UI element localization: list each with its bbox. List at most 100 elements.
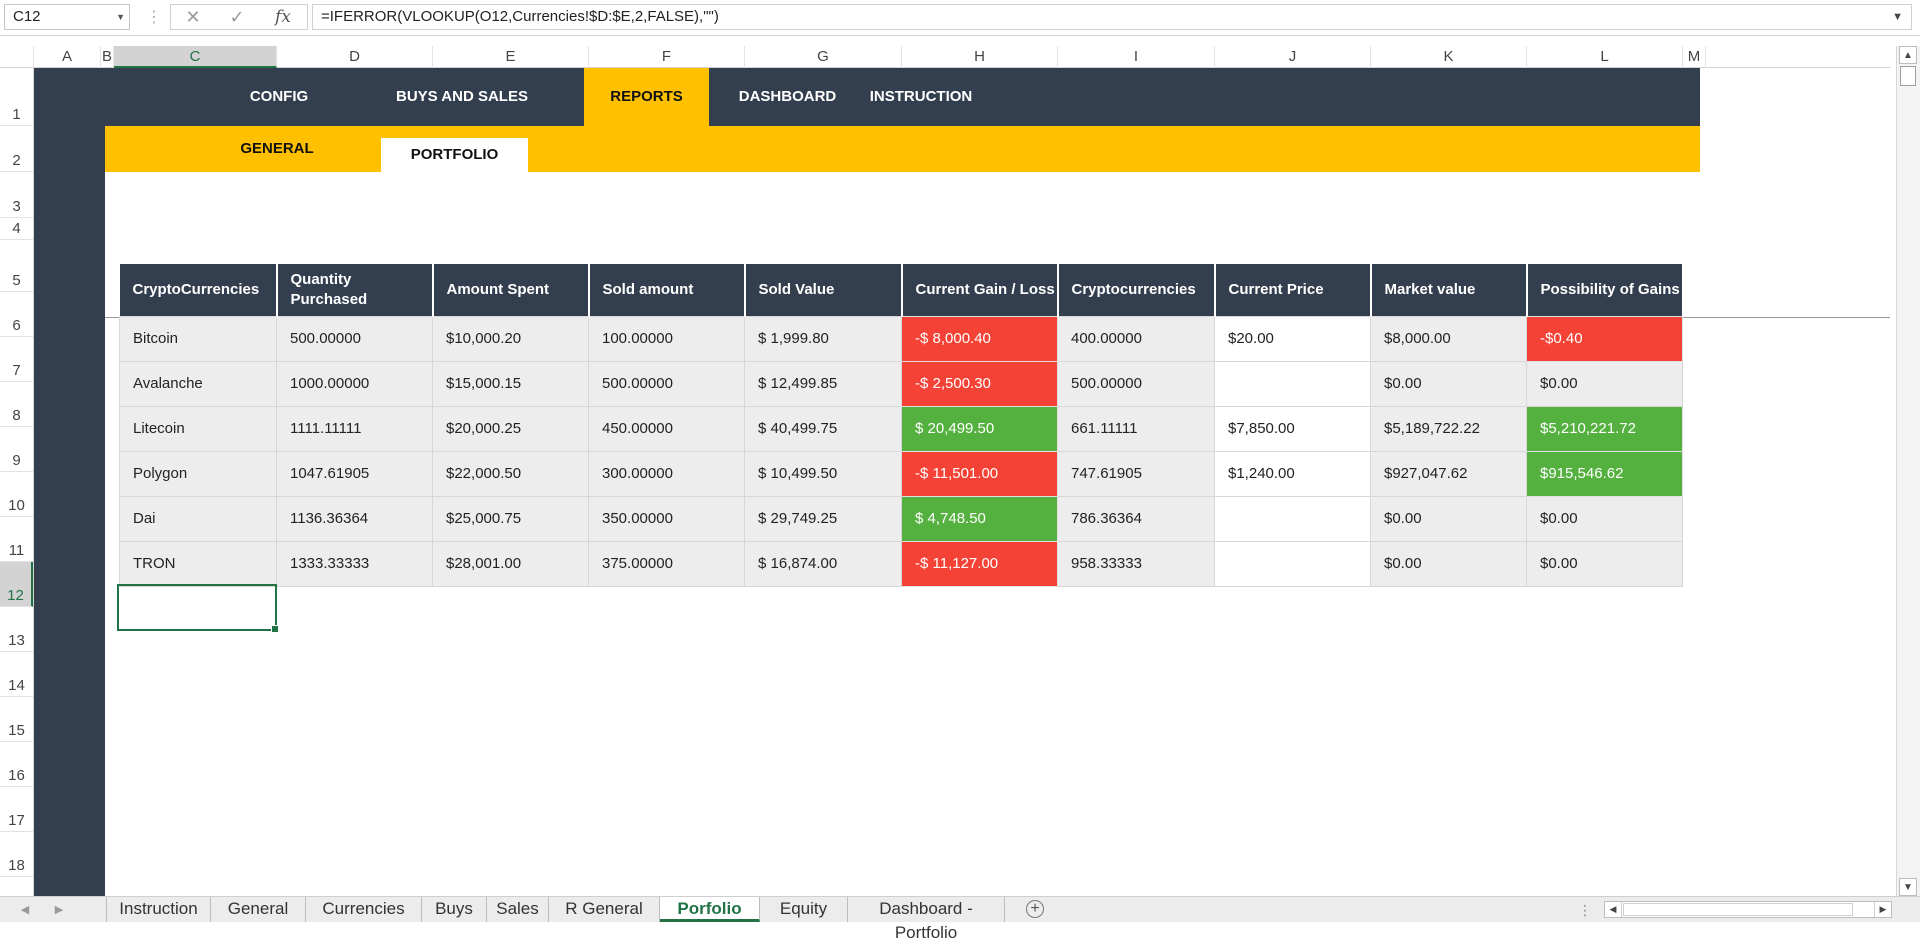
column-header-d[interactable]: D: [277, 46, 433, 68]
cell-name[interactable]: Bitcoin: [119, 315, 277, 362]
cell-gain[interactable]: -$ 2,500.30: [901, 360, 1058, 407]
scroll-thumb[interactable]: [1900, 66, 1916, 86]
scroll-thumb[interactable]: [1623, 903, 1853, 916]
cell-qty[interactable]: 1047.61905: [276, 450, 433, 497]
cell-spent[interactable]: $22,000.50: [432, 450, 589, 497]
sheet-tab-instruction[interactable]: Instruction: [106, 897, 211, 922]
cell-sold-value[interactable]: $ 16,874.00: [744, 540, 902, 587]
row-header-10[interactable]: 10: [0, 472, 33, 517]
column-header-a[interactable]: A: [34, 46, 101, 68]
add-sheet-icon[interactable]: +: [1026, 900, 1044, 918]
cell-sold-amount[interactable]: 100.00000: [588, 315, 745, 362]
cell-gain[interactable]: -$ 11,127.00: [901, 540, 1058, 587]
nav-tab-buys-and-sales[interactable]: BUYS AND SALES: [367, 68, 557, 126]
cell-crypto[interactable]: 661.11111: [1057, 405, 1215, 452]
row-header-15[interactable]: 15: [0, 697, 33, 742]
sheet-tab-currencies[interactable]: Currencies: [306, 897, 422, 922]
cell-possibility[interactable]: $915,546.62: [1526, 450, 1683, 497]
nav-tab-dashboard[interactable]: DASHBOARD: [715, 68, 860, 126]
cell-qty[interactable]: 1333.33333: [276, 540, 433, 587]
cell-price[interactable]: $20.00: [1214, 315, 1371, 362]
cell-price[interactable]: [1214, 360, 1371, 407]
cell-qty[interactable]: 1111.11111: [276, 405, 433, 452]
cell-qty[interactable]: 500.00000: [276, 315, 433, 362]
cell-price[interactable]: $1,240.00: [1214, 450, 1371, 497]
sheet-tab-dashboard-portfolio[interactable]: Dashboard - Portfolio: [848, 897, 1005, 942]
name-box[interactable]: C12 ▼: [4, 4, 130, 30]
cell-gain[interactable]: $ 4,748.50: [901, 495, 1058, 542]
insert-function-icon[interactable]: fx: [265, 5, 301, 29]
cell-possibility[interactable]: $0.00: [1526, 540, 1683, 587]
cell-market[interactable]: $8,000.00: [1370, 315, 1527, 362]
subnav-tab-portfolio[interactable]: PORTFOLIO: [381, 138, 528, 172]
cell-sold-value[interactable]: $ 40,499.75: [744, 405, 902, 452]
column-header-c[interactable]: C: [114, 46, 277, 68]
cell-name[interactable]: Dai: [119, 495, 277, 542]
sheet-tab-porfolio[interactable]: Porfolio: [660, 897, 760, 922]
horizontal-scrollbar[interactable]: ◀ ▶: [1604, 901, 1892, 918]
cell-crypto[interactable]: 500.00000: [1057, 360, 1215, 407]
cell-market[interactable]: $927,047.62: [1370, 450, 1527, 497]
cell-name[interactable]: TRON: [119, 540, 277, 587]
sheet-tab-equity[interactable]: Equity: [760, 897, 848, 922]
row-header-5[interactable]: 5: [0, 240, 33, 292]
cell-sold-value[interactable]: $ 1,999.80: [744, 315, 902, 362]
row-header-18[interactable]: 18: [0, 832, 33, 877]
row-header-9[interactable]: 9: [0, 427, 33, 472]
row-header-4[interactable]: 4: [0, 218, 33, 240]
row-header-7[interactable]: 7: [0, 337, 33, 382]
cell-market[interactable]: $0.00: [1370, 360, 1527, 407]
cell-name[interactable]: Litecoin: [119, 405, 277, 452]
column-header-b[interactable]: B: [101, 46, 114, 68]
column-header-i[interactable]: I: [1058, 46, 1215, 68]
nav-tab-config[interactable]: CONFIG: [222, 68, 336, 126]
cell-spent[interactable]: $10,000.20: [432, 315, 589, 362]
row-header-13[interactable]: 13: [0, 607, 33, 652]
cell-sold-value[interactable]: $ 12,499.85: [744, 360, 902, 407]
nav-tab-instruction[interactable]: INSTRUCTION: [860, 68, 982, 126]
row-header-3[interactable]: 3: [0, 172, 33, 218]
formula-input[interactable]: =IFERROR(VLOOKUP(O12,Currencies!$D:$E,2,…: [312, 4, 1912, 30]
cell-sold-amount[interactable]: 350.00000: [588, 495, 745, 542]
row-header-16[interactable]: 16: [0, 742, 33, 787]
cell-gain[interactable]: -$ 11,501.00: [901, 450, 1058, 497]
sheet-tab-r-general[interactable]: R General: [549, 897, 660, 922]
scroll-up-icon[interactable]: ▲: [1899, 46, 1917, 64]
cell-spent[interactable]: $25,000.75: [432, 495, 589, 542]
column-header-m[interactable]: M: [1683, 46, 1706, 68]
vertical-scrollbar[interactable]: ▲ ▼: [1896, 46, 1920, 896]
drag-handle-icon[interactable]: ⋮: [146, 8, 162, 28]
cell-market[interactable]: $0.00: [1370, 540, 1527, 587]
tab-prev-icon[interactable]: ◀: [14, 897, 36, 923]
cell-price[interactable]: [1214, 495, 1371, 542]
cell-possibility[interactable]: $0.00: [1526, 360, 1683, 407]
row-header-17[interactable]: 17: [0, 787, 33, 832]
row-header-8[interactable]: 8: [0, 382, 33, 427]
row-header-11[interactable]: 11: [0, 517, 33, 562]
subnav-tab-general[interactable]: GENERAL: [211, 126, 343, 172]
column-header-g[interactable]: G: [745, 46, 902, 68]
cell-sold-amount[interactable]: 300.00000: [588, 450, 745, 497]
cell-name[interactable]: Polygon: [119, 450, 277, 497]
column-header-k[interactable]: K: [1371, 46, 1527, 68]
cell-market[interactable]: $5,189,722.22: [1370, 405, 1527, 452]
column-header-e[interactable]: E: [433, 46, 589, 68]
cell-sold-value[interactable]: $ 29,749.25: [744, 495, 902, 542]
row-header-2[interactable]: 2: [0, 126, 33, 172]
cell-possibility[interactable]: -$0.40: [1526, 315, 1683, 362]
cancel-icon[interactable]: ✕: [175, 5, 211, 29]
check-icon[interactable]: ✓: [219, 5, 255, 29]
cell-crypto[interactable]: 747.61905: [1057, 450, 1215, 497]
column-header-h[interactable]: H: [902, 46, 1058, 68]
sheet-tab-sales[interactable]: Sales: [487, 897, 549, 922]
cell-spent[interactable]: $20,000.25: [432, 405, 589, 452]
scroll-right-icon[interactable]: ▶: [1874, 902, 1891, 917]
scroll-left-icon[interactable]: ◀: [1605, 902, 1622, 917]
row-header-14[interactable]: 14: [0, 652, 33, 697]
select-all-corner[interactable]: [0, 46, 34, 68]
cell-crypto[interactable]: 786.36364: [1057, 495, 1215, 542]
cell-qty[interactable]: 1000.00000: [276, 360, 433, 407]
column-header-l[interactable]: L: [1527, 46, 1683, 68]
row-header-1[interactable]: 1: [0, 68, 33, 126]
fill-handle[interactable]: [271, 625, 279, 633]
